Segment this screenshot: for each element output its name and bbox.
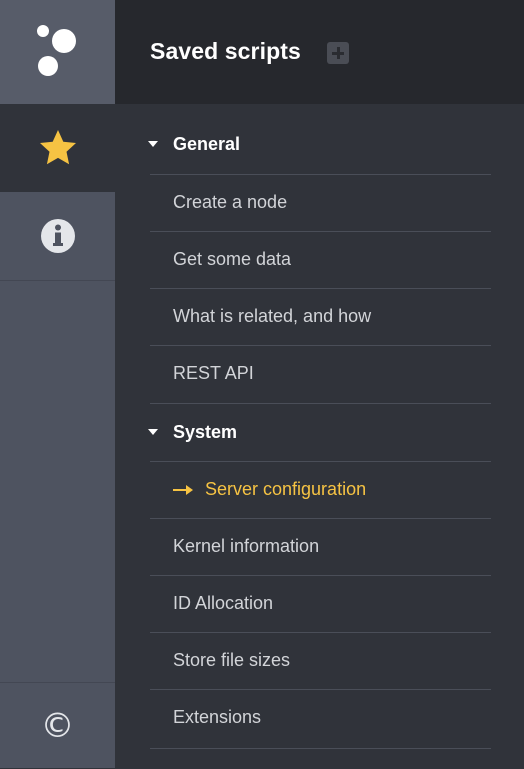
list-item-label: Store file sizes [173, 650, 291, 670]
copyright-icon: © [40, 706, 75, 746]
list-item[interactable]: Store file sizes [150, 632, 491, 690]
list-item[interactable]: REST API [150, 345, 491, 403]
logo-icon [37, 25, 76, 76]
page-title: Saved scripts [150, 38, 301, 64]
list-item[interactable]: Extensions [150, 689, 491, 747]
list-item[interactable]: Get some data [150, 231, 491, 289]
add-script-button[interactable] [327, 42, 349, 64]
list-item-label: REST API [173, 363, 254, 383]
star-icon [39, 130, 76, 165]
app-logo[interactable] [0, 0, 115, 104]
group-label: General [173, 134, 241, 154]
info-icon [40, 219, 75, 253]
caret-down-icon [148, 141, 158, 147]
info-button[interactable] [0, 192, 115, 280]
list-item[interactable]: Kernel information [150, 518, 491, 576]
list-item[interactable]: What is related, and how [150, 288, 491, 346]
list-item-active[interactable]: Server configuration [150, 461, 491, 519]
saved-scripts-list: General Create a node Get some data What… [115, 104, 524, 768]
list-item[interactable]: ID Allocation [150, 575, 491, 633]
list-item-label: Extensions [173, 707, 262, 727]
caret-down-icon [148, 429, 158, 435]
list-item-label: What is related, and how [173, 306, 372, 326]
list-item-label: Create a node [173, 192, 288, 212]
arrow-right-icon [173, 485, 193, 495]
left-rail: © [0, 0, 115, 768]
favorites-button[interactable] [0, 104, 115, 192]
list-divider [150, 748, 491, 749]
copyright-button[interactable]: © [0, 682, 115, 769]
group-general[interactable]: General [115, 116, 524, 174]
group-system[interactable]: System [148, 403, 491, 462]
rail-divider [0, 280, 115, 281]
group-label: System [173, 422, 238, 442]
list-item-label: Get some data [173, 249, 292, 269]
list-item-label: ID Allocation [173, 593, 274, 613]
list-item[interactable]: Create a node [150, 174, 491, 232]
list-item-label: Kernel information [173, 536, 320, 556]
header: Saved scripts [115, 0, 524, 104]
list-item-label: Server configuration [205, 479, 367, 499]
